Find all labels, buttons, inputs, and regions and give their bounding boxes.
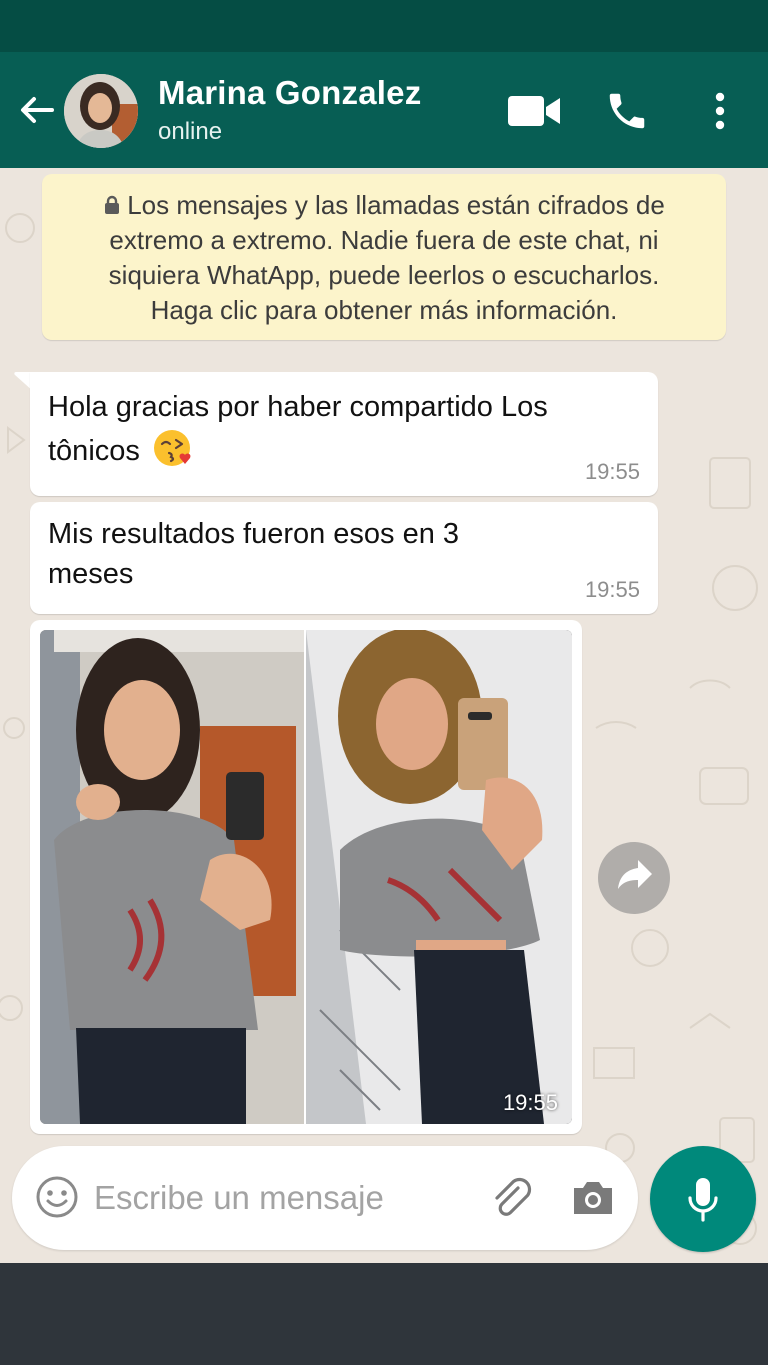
status-bar bbox=[0, 0, 768, 52]
microphone-icon bbox=[688, 1178, 718, 1222]
image-message[interactable]: 19:55 bbox=[30, 620, 582, 1134]
paperclip-icon[interactable] bbox=[488, 1174, 536, 1222]
smiley-icon[interactable] bbox=[34, 1174, 80, 1220]
encryption-notice-line: Haga clic para obtener más información. bbox=[150, 295, 618, 325]
message-text-line: meses bbox=[48, 558, 134, 590]
system-nav-bar bbox=[0, 1263, 768, 1365]
chat-area[interactable]: Los mensajes y las llamadas están cifrad… bbox=[0, 168, 768, 1263]
voice-record-button[interactable] bbox=[650, 1146, 756, 1252]
message-time: 19:55 bbox=[584, 459, 640, 484]
avatar[interactable] bbox=[64, 74, 138, 148]
contact-name[interactable]: Marina Gonzalez bbox=[158, 74, 421, 112]
phone-icon[interactable] bbox=[604, 88, 650, 134]
contact-status: online bbox=[158, 118, 223, 145]
before-after-photo bbox=[40, 630, 572, 1124]
message-time: 19:55 bbox=[584, 577, 640, 602]
message-input[interactable] bbox=[94, 1168, 474, 1228]
message-text-line: Mis resultados fueron esos en 3 bbox=[48, 518, 460, 550]
videocam-icon[interactable] bbox=[506, 92, 562, 130]
message-composer bbox=[12, 1146, 638, 1250]
encryption-notice-line: siquiera WhatApp, puede leerlos o escuch… bbox=[108, 260, 660, 290]
message-text-line: Hola gracias por haber compartido Los bbox=[48, 391, 548, 423]
lock-icon bbox=[105, 195, 120, 214]
message-time: 19:55 bbox=[502, 1090, 558, 1115]
incoming-message[interactable]: Mis resultados fueron esos en 3 meses 19… bbox=[30, 502, 658, 614]
forward-button[interactable] bbox=[598, 842, 670, 914]
encryption-notice-line: Los mensajes y las llamadas están cifrad… bbox=[60, 188, 708, 223]
more-vert-icon[interactable] bbox=[706, 88, 734, 134]
encryption-notice[interactable]: Los mensajes y las llamadas están cifrad… bbox=[42, 174, 726, 340]
avatar-image bbox=[64, 74, 138, 148]
share-forward-icon bbox=[618, 860, 652, 889]
incoming-message[interactable]: Hola gracias por haber compartido Los tô… bbox=[30, 372, 658, 496]
arrow-left-icon[interactable] bbox=[14, 88, 58, 132]
chat-header: Marina Gonzalez online bbox=[0, 52, 768, 168]
face-blowing-kiss-icon bbox=[153, 430, 191, 466]
camera-icon[interactable] bbox=[570, 1176, 616, 1218]
encryption-notice-line: extremo a extremo. Nadie fuera de este c… bbox=[109, 225, 659, 255]
shared-photo[interactable] bbox=[40, 630, 572, 1124]
message-text-line: tônicos bbox=[48, 427, 640, 471]
